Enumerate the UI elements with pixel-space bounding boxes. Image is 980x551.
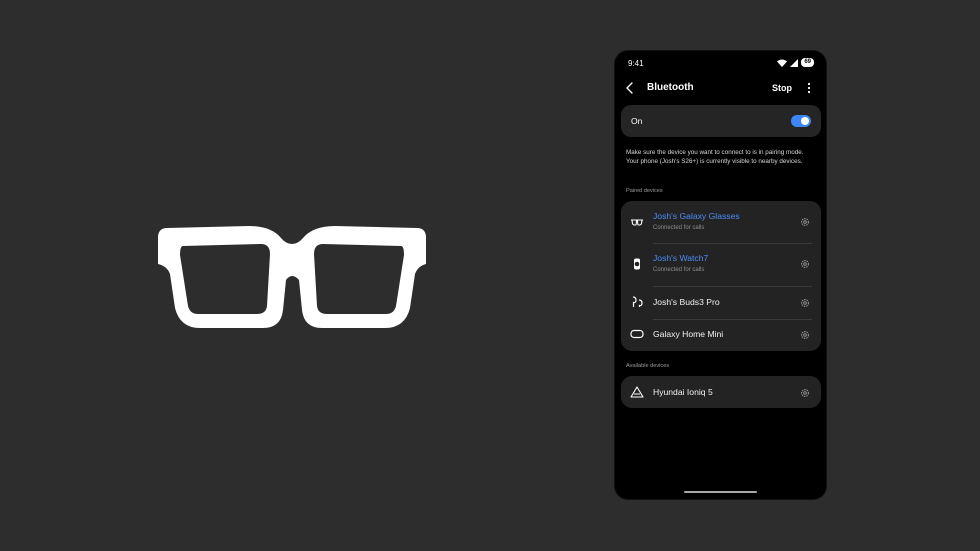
phone-screen: 9:41 69 Bluetooth Stop On Make sure the …: [615, 51, 826, 499]
home-indicator[interactable]: [684, 491, 757, 493]
stop-scan-button[interactable]: Stop: [772, 83, 792, 93]
device-status: Connected for calls: [653, 267, 705, 273]
bluetooth-switch[interactable]: [791, 115, 811, 127]
car-icon: [630, 386, 644, 398]
device-name: Josh's Buds3 Pro: [653, 297, 720, 307]
bluetooth-toggle-row[interactable]: On: [621, 105, 821, 137]
pairing-note: Make sure the device you want to connect…: [626, 149, 804, 166]
status-icons: 69: [777, 58, 814, 67]
device-name: Hyundai Ioniq 5: [653, 387, 713, 397]
battery-level: 69: [801, 58, 814, 67]
signal-icon: [790, 58, 799, 67]
glasses-icon: [631, 219, 643, 226]
device-item-buds3-pro[interactable]: Josh's Buds3 Pro: [621, 286, 821, 318]
device-name: Josh's Watch7: [653, 253, 709, 263]
gear-icon[interactable]: [800, 330, 810, 340]
available-devices-heading: Available devices: [626, 363, 670, 369]
device-item-watch7[interactable]: Josh's Watch7 Connected for calls: [621, 243, 821, 286]
app-header: Bluetooth Stop: [615, 80, 826, 98]
device-item-hyundai-ioniq-5[interactable]: Hyundai Ioniq 5: [621, 376, 821, 408]
more-options-icon[interactable]: [807, 82, 811, 94]
status-time: 9:41: [628, 59, 644, 68]
device-status: Connected for calls: [653, 225, 705, 231]
earbuds-icon: [632, 296, 643, 307]
device-name: Josh's Galaxy Glasses: [653, 211, 740, 221]
available-devices-list: Hyundai Ioniq 5: [621, 376, 821, 408]
paired-devices-heading: Paired devices: [626, 188, 663, 194]
speaker-icon: [630, 329, 644, 339]
toggle-label: On: [631, 116, 643, 126]
glasses-illustration: [158, 226, 426, 328]
gear-icon[interactable]: [800, 388, 810, 398]
switch-knob: [801, 117, 809, 125]
watch-icon: [634, 258, 640, 270]
device-name: Galaxy Home Mini: [653, 329, 724, 339]
paired-devices-list: Josh's Galaxy Glasses Connected for call…: [621, 201, 821, 351]
device-item-galaxy-glasses[interactable]: Josh's Galaxy Glasses Connected for call…: [621, 201, 821, 243]
gear-icon[interactable]: [800, 298, 810, 308]
wifi-icon: [777, 59, 788, 67]
gear-icon[interactable]: [800, 259, 810, 269]
back-arrow-icon[interactable]: [625, 81, 635, 95]
page-title: Bluetooth: [647, 82, 694, 93]
gear-icon[interactable]: [800, 217, 810, 227]
status-bar: 9:41 69: [627, 58, 814, 70]
device-item-galaxy-home-mini[interactable]: Galaxy Home Mini: [621, 318, 821, 350]
